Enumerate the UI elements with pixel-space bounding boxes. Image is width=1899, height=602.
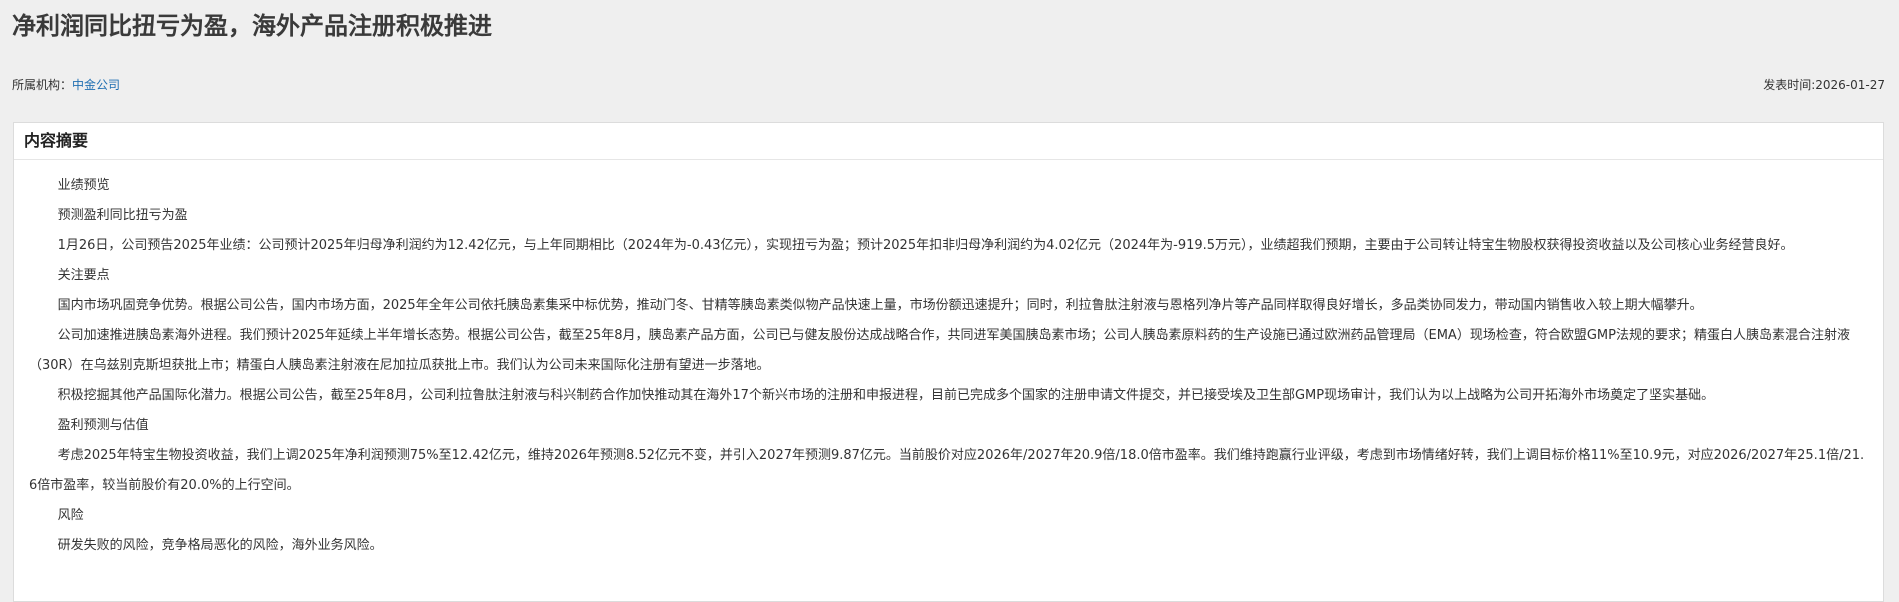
section-heading: 风险 — [57, 508, 84, 523]
summary-heading: 内容摘要 — [24, 131, 89, 150]
page-title: 净利润同比扭亏为盈，海外产品注册积极推进 — [12, 12, 492, 40]
date-value: 2026-01-27 — [1815, 78, 1885, 92]
paragraph: 研发失败的风险，竞争格局恶化的风险，海外业务风险。 — [57, 538, 383, 553]
summary-body: 业绩预览 预测盈利同比扭亏为盈 1月26日，公司预告2025年业绩：公司预计20… — [14, 160, 1883, 561]
publish-date: 发表时间:2026-01-27 — [1763, 77, 1885, 93]
paragraph: 预测盈利同比扭亏为盈 — [57, 208, 188, 223]
paragraph: 考虑2025年特宝生物投资收益，我们上调2025年净利润预测75%至12.42亿… — [29, 448, 1865, 493]
org-label: 所属机构： — [12, 78, 73, 92]
summary-header: 内容摘要 — [14, 123, 1883, 160]
paragraph: 1月26日，公司预告2025年业绩：公司预计2025年归母净利润约为12.42亿… — [57, 238, 1794, 253]
section-heading: 业绩预览 — [57, 178, 110, 193]
paragraph: 公司加速推进胰岛素海外进程。我们预计2025年延续上半年增长态势。根据公司公告，… — [29, 328, 1850, 373]
section-heading: 关注要点 — [57, 268, 110, 283]
paragraph: 国内市场巩固竞争优势。根据公司公告，国内市场方面，2025年全年公司依托胰岛素集… — [57, 298, 1703, 313]
paragraph: 积极挖掘其他产品国际化潜力。根据公司公告，截至25年8月，公司利拉鲁肽注射液与科… — [57, 388, 1715, 403]
date-label: 发表时间: — [1763, 78, 1816, 92]
organization: 所属机构：中金公司 — [12, 77, 120, 93]
meta-row: 所属机构：中金公司 发表时间:2026-01-27 — [12, 77, 1885, 93]
org-link[interactable]: 中金公司 — [72, 78, 120, 92]
section-heading: 盈利预测与估值 — [57, 418, 149, 433]
summary-panel: 内容摘要 业绩预览 预测盈利同比扭亏为盈 1月26日，公司预告2025年业绩：公… — [13, 122, 1884, 602]
